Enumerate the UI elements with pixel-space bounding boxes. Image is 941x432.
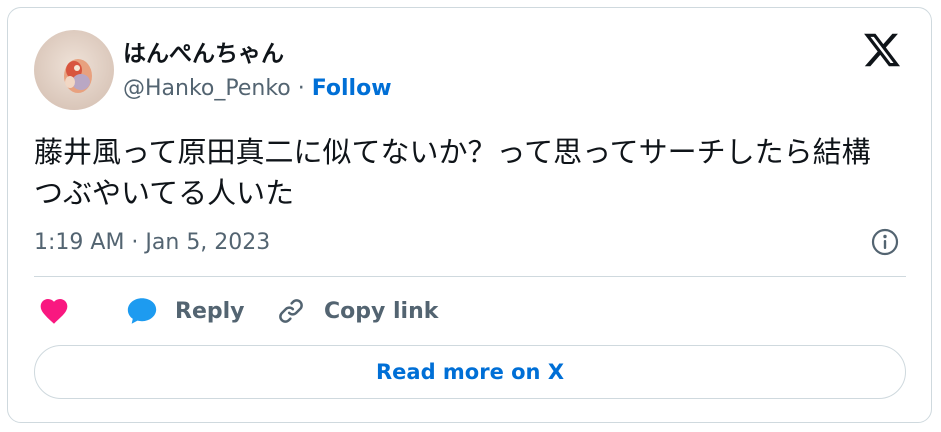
- reply-bubble-icon: [127, 298, 157, 324]
- handle-separator: ·: [297, 76, 305, 101]
- tweet-timestamp[interactable]: 1:19 AM · Jan 5, 2023: [34, 230, 270, 255]
- author-display-name[interactable]: はんぺんちゃん: [123, 34, 284, 68]
- avatar[interactable]: [34, 30, 114, 110]
- copy-link-button[interactable]: Copy link: [276, 291, 438, 331]
- tweet-card: はんぺんちゃん @Hanko_Penko · Follow 藤井風って原田真二に…: [7, 7, 932, 423]
- avatar-image: [34, 30, 114, 110]
- link-icon: [279, 299, 303, 323]
- tweet-text: 藤井風って原田真二に似てないか？って思ってサーチしたら結構つぶやいてる人いた: [34, 135, 871, 210]
- reply-label: Reply: [175, 298, 245, 324]
- follow-button[interactable]: Follow: [312, 76, 392, 101]
- info-icon[interactable]: [870, 227, 900, 257]
- divider: [34, 276, 906, 277]
- x-logo-icon[interactable]: [862, 30, 902, 70]
- read-more-button[interactable]: Read more on X: [34, 345, 906, 399]
- author-handle[interactable]: @Hanko_Penko: [123, 76, 291, 101]
- copy-link-label: Copy link: [324, 298, 439, 324]
- heart-icon: [40, 299, 68, 324]
- author-handle-row: @Hanko_Penko · Follow: [123, 76, 392, 101]
- reply-button[interactable]: Reply: [125, 291, 245, 331]
- like-button[interactable]: [38, 291, 70, 331]
